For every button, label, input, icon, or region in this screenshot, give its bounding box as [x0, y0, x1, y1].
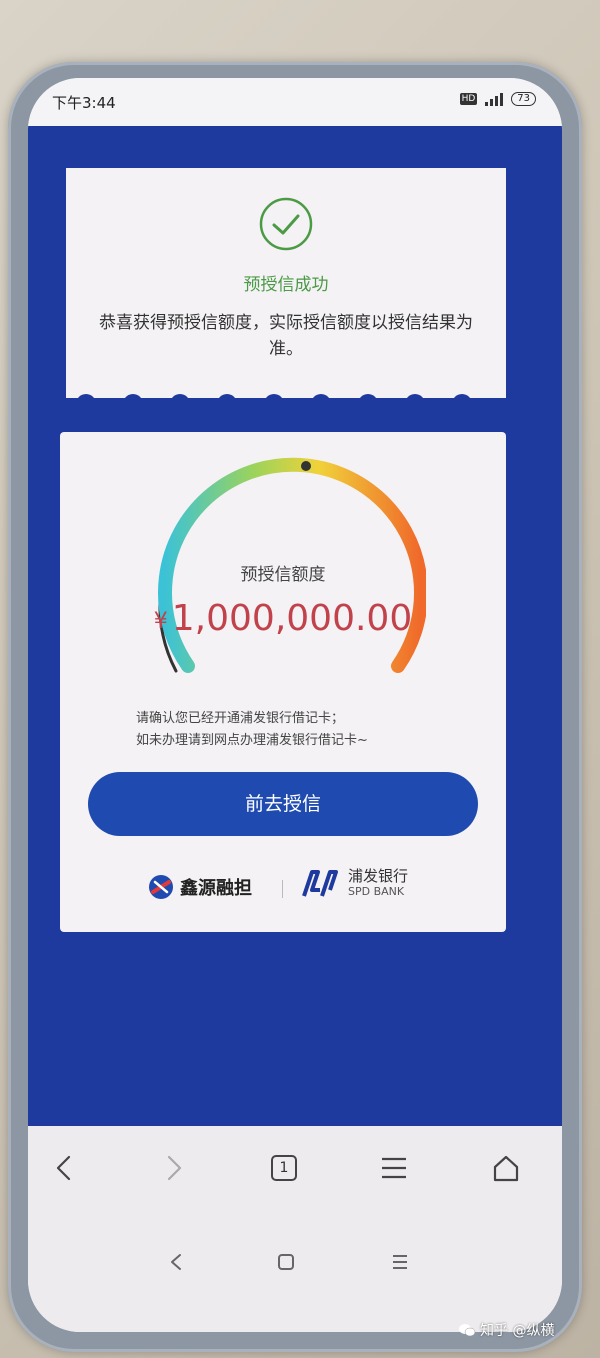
credit-amount: ¥1,000,000.00: [60, 598, 506, 639]
menu-icon[interactable]: [374, 1148, 414, 1188]
home-icon[interactable]: [486, 1148, 526, 1188]
forward-arrow-icon[interactable]: [154, 1148, 194, 1188]
notice-text: 请确认您已经开通浦发银行借记卡； 如未办理请到网点办理浦发银行借记卡~: [136, 708, 368, 752]
wechat-icon: [459, 1324, 476, 1337]
spdb-logo-icon: [302, 870, 338, 897]
system-navigation-bar: [28, 1226, 562, 1332]
partner-xinyuan: 鑫源融担: [148, 874, 252, 900]
partner-logos: 鑫源融担 浦发银行 SPD BANK: [60, 868, 506, 908]
signal-icon: [485, 92, 504, 106]
amount-value: 1,000,000.00: [171, 598, 413, 639]
system-home-icon[interactable]: [268, 1244, 304, 1280]
success-title: 预授信成功: [243, 275, 329, 295]
credit-card: 预授信额度 ¥1,000,000.00 请确认您已经开通浦发银行借记卡； 如未办…: [60, 432, 506, 932]
watermark: 知乎 @纵横: [458, 1320, 554, 1340]
browser-toolbar: 1: [28, 1126, 562, 1226]
notice-line-2: 如未办理请到网点办理浦发银行借记卡~: [136, 733, 368, 748]
status-indicators: HD 73: [459, 92, 536, 106]
phone-frame: 下午3:44 HD 73 预授信成功 恭喜获得预授信额度，实际授信额度以授信结果…: [8, 62, 582, 1352]
apply-credit-button[interactable]: 前去授信: [88, 772, 478, 836]
success-description: 恭喜获得预授信额度，实际授信额度以授信结果为准。: [99, 313, 473, 359]
page-content: 预授信成功 恭喜获得预授信额度，实际授信额度以授信结果为准。 预授信额度 ¥ 1…: [28, 126, 562, 1126]
status-time: 下午3:44: [52, 94, 116, 112]
partner2-english-name: SPD BANK: [348, 885, 405, 898]
notice-line-1: 请确认您已经开通浦发银行借记卡；: [136, 711, 345, 726]
partner-spdb: 浦发银行 SPD BANK: [300, 868, 408, 900]
back-arrow-icon[interactable]: [44, 1148, 84, 1188]
partner1-name: 鑫源融担: [180, 878, 252, 899]
hd-badge: HD: [459, 93, 478, 105]
phone-screen: 下午3:44 HD 73 预授信成功 恭喜获得预授信额度，实际授信额度以授信结果…: [28, 78, 562, 1332]
watermark-text: 知乎 @纵横: [480, 1323, 555, 1339]
tab-count: 1: [279, 1160, 289, 1176]
credit-label: 预授信额度: [240, 565, 326, 585]
system-back-icon[interactable]: [158, 1244, 194, 1280]
battery-indicator: 73: [511, 92, 536, 106]
partner2-name: 浦发银行: [348, 867, 409, 885]
check-circle-icon: [259, 197, 313, 251]
partner-divider: [282, 880, 283, 898]
xinyuan-logo-icon: [149, 875, 173, 899]
status-bar: 下午3:44 HD 73: [28, 78, 562, 126]
system-menu-icon[interactable]: [382, 1244, 418, 1280]
currency-symbol: ¥: [153, 609, 168, 634]
result-card: 预授信成功 恭喜获得预授信额度，实际授信额度以授信结果为准。: [66, 168, 506, 398]
tabs-icon[interactable]: 1: [264, 1148, 304, 1188]
